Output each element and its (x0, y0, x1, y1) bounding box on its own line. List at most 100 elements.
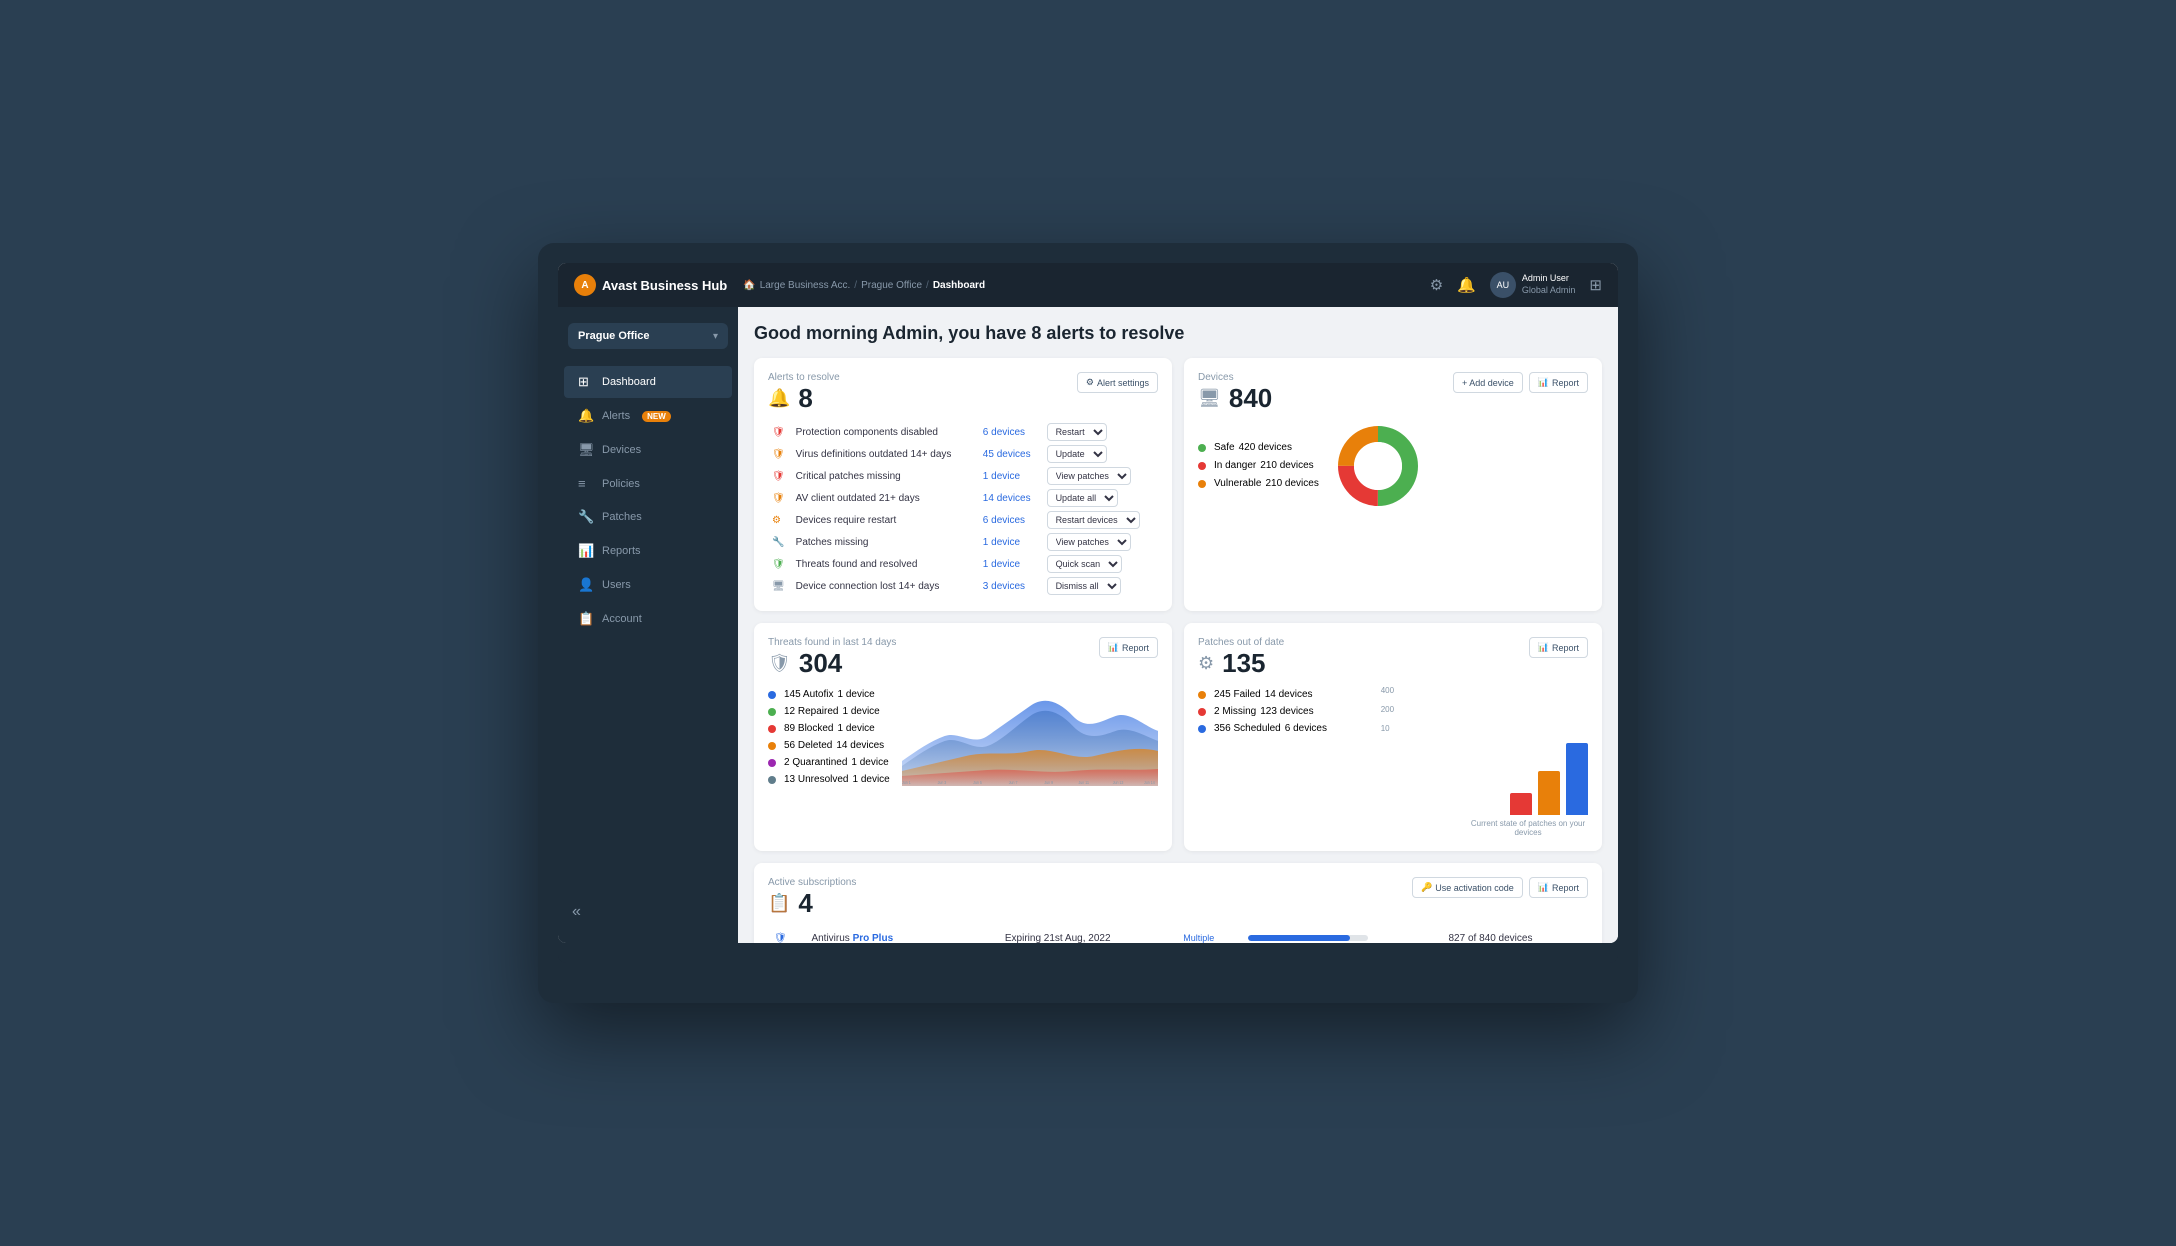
vulnerable-dot (1198, 480, 1206, 488)
alert-action-select[interactable]: View patches (1047, 533, 1131, 551)
alert-link[interactable]: 6 devices (983, 427, 1025, 438)
alert-action-select[interactable]: Update all (1047, 489, 1118, 507)
alert-action-select[interactable]: Dismiss all (1047, 577, 1121, 595)
alert-label: Critical patches missing (792, 465, 979, 487)
sidebar-item-reports[interactable]: 📊 Reports (564, 535, 732, 567)
alert-link[interactable]: 45 devices (983, 449, 1031, 460)
devices-body: Safe 420 devices In danger 210 devices V… (1198, 421, 1588, 511)
svg-text:Jun 11: Jun 11 (1078, 779, 1089, 785)
bar-chart (1510, 735, 1588, 815)
alert-action-select[interactable]: Update (1047, 445, 1107, 463)
alert-link[interactable]: 1 device (983, 559, 1020, 570)
cards-bottom-row: Threats found in last 14 days 🛡 304 📊 Re… (754, 623, 1602, 851)
alert-action-select[interactable]: Quick scan (1047, 555, 1122, 573)
svg-text:Jun 1: Jun 1 (902, 779, 911, 785)
safe-link[interactable]: 420 devices (1239, 439, 1292, 457)
autofix-link[interactable]: 1 device (837, 686, 874, 703)
alert-action-select[interactable]: Restart devices (1047, 511, 1140, 529)
repaired-link[interactable]: 1 device (842, 703, 879, 720)
devices-report-button[interactable]: 📊 Report (1529, 372, 1588, 393)
sidebar-item-users[interactable]: 👤 Users (564, 569, 732, 601)
missing-link[interactable]: 123 devices (1260, 703, 1313, 720)
scheduled-dot (1198, 725, 1206, 733)
patches-report-button[interactable]: 📊 Report (1529, 637, 1588, 658)
sub-progress-bar (1248, 935, 1368, 941)
alert-link[interactable]: 6 devices (983, 515, 1025, 526)
user-info: Admin User Global Admin (1522, 273, 1576, 296)
sidebar-item-account[interactable]: 📋 Account (564, 603, 732, 635)
sidebar-item-policies[interactable]: ≡ Policies (564, 468, 732, 499)
sub-progress-fill (1248, 935, 1350, 941)
breadcrumb-org[interactable]: Large Business Acc. (760, 280, 851, 291)
threats-report-button[interactable]: 📊 Report (1099, 637, 1158, 658)
danger-link[interactable]: 210 devices (1260, 457, 1313, 475)
blocked-link[interactable]: 1 device (837, 720, 874, 737)
user-menu[interactable]: AU Admin User Global Admin (1490, 272, 1576, 298)
alert-action-select[interactable]: View patches (1047, 467, 1131, 485)
vulnerable-link[interactable]: 210 devices (1265, 475, 1318, 493)
notification-icon[interactable]: 🔔 (1457, 276, 1476, 294)
report-icon: 📊 (1538, 642, 1549, 653)
unresolved-link[interactable]: 1 device (852, 771, 889, 788)
deleted-link[interactable]: 14 devices (836, 737, 884, 754)
shield-icon: 🛡 (768, 653, 791, 674)
alerts-card-label: Alerts to resolve (768, 372, 840, 383)
sidebar-item-dashboard[interactable]: ⊞ Dashboard (564, 366, 732, 398)
org-name: Prague Office (578, 330, 650, 342)
alert-icon: 🖥 (772, 581, 785, 592)
sidebar-item-alerts[interactable]: 🔔 Alerts NEW (564, 400, 732, 432)
alert-action-select[interactable]: Restart (1047, 423, 1107, 441)
logo-icon: A (574, 274, 596, 296)
breadcrumb-sep1: / (854, 280, 857, 291)
deleted-dot (768, 742, 776, 750)
sidebar-item-patches[interactable]: 🔧 Patches (564, 501, 732, 533)
settings-small-icon: ⚙ (1086, 377, 1094, 388)
breadcrumb-office[interactable]: Prague Office (861, 280, 922, 291)
monitor-icon: 🖥 (1198, 388, 1221, 409)
sidebar-item-label: Dashboard (602, 376, 656, 388)
bar-missing (1538, 771, 1560, 815)
alert-link[interactable]: 1 device (983, 471, 1020, 482)
alert-settings-button[interactable]: ⚙ Alert settings (1077, 372, 1158, 393)
bell-icon: 🔔 (768, 388, 790, 409)
alert-link[interactable]: 14 devices (983, 493, 1031, 504)
org-selector[interactable]: Prague Office ▾ (568, 323, 728, 349)
policies-icon: ≡ (578, 476, 594, 491)
subs-report-button[interactable]: 📊 Report (1529, 877, 1588, 898)
svg-text:Jun 7: Jun 7 (1009, 779, 1018, 785)
content-wrap: Good morning Admin, you have 8 alerts to… (754, 323, 1602, 943)
users-icon: 👤 (578, 577, 594, 593)
alerts-card: Alerts to resolve 🔔 8 ⚙ Alert settings (754, 358, 1172, 611)
alerts-count: 8 (798, 385, 812, 411)
repaired-dot (768, 708, 776, 716)
quarantined-link[interactable]: 1 device (851, 754, 888, 771)
devices-legend: Safe 420 devices In danger 210 devices V… (1198, 439, 1319, 493)
sidebar-item-label: Alerts (602, 410, 630, 422)
laptop-screen: A Avast Business Hub 🏠 Large Business Ac… (558, 263, 1618, 943)
sub-multi-link[interactable]: Multiple (1183, 933, 1214, 943)
devices-count: 840 (1229, 385, 1272, 411)
safe-dot (1198, 444, 1206, 452)
devices-card-header: Devices 🖥 840 + Add device 📊 (1198, 372, 1588, 411)
failed-link[interactable]: 14 devices (1265, 686, 1313, 703)
alert-link[interactable]: 1 device (983, 537, 1020, 548)
alert-link[interactable]: 3 devices (983, 581, 1025, 592)
alert-icon: 🔧 (772, 537, 784, 548)
svg-text:Jun 3: Jun 3 (937, 779, 946, 785)
topbar: A Avast Business Hub 🏠 Large Business Ac… (558, 263, 1618, 307)
app-name: Avast Business Hub (602, 278, 727, 293)
threats-legend: 145 Autofix 1 device 12 Repaired 1 devic… (768, 686, 890, 788)
alert-label: Virus definitions outdated 14+ days (792, 443, 979, 465)
sidebar-item-devices[interactable]: 🖥 Devices (564, 434, 732, 466)
use-activation-code-button[interactable]: 🔑 Use activation code (1412, 877, 1523, 898)
scheduled-link[interactable]: 6 devices (1285, 720, 1327, 737)
qr-icon[interactable]: ⊞ (1589, 276, 1602, 294)
alert-icon: 🛡 (772, 427, 785, 438)
sidebar-collapse-button[interactable]: « (558, 893, 738, 931)
table-row: 🛡 Virus definitions outdated 14+ days 45… (768, 443, 1158, 465)
settings-icon[interactable]: ⚙ (1430, 276, 1443, 294)
add-device-button[interactable]: + Add device (1453, 372, 1523, 393)
table-row: 🛡 Protection components disabled 6 devic… (768, 421, 1158, 443)
alerts-table: 🛡 Protection components disabled 6 devic… (768, 421, 1158, 597)
table-row: 🛡 Threats found and resolved 1 device Qu… (768, 553, 1158, 575)
